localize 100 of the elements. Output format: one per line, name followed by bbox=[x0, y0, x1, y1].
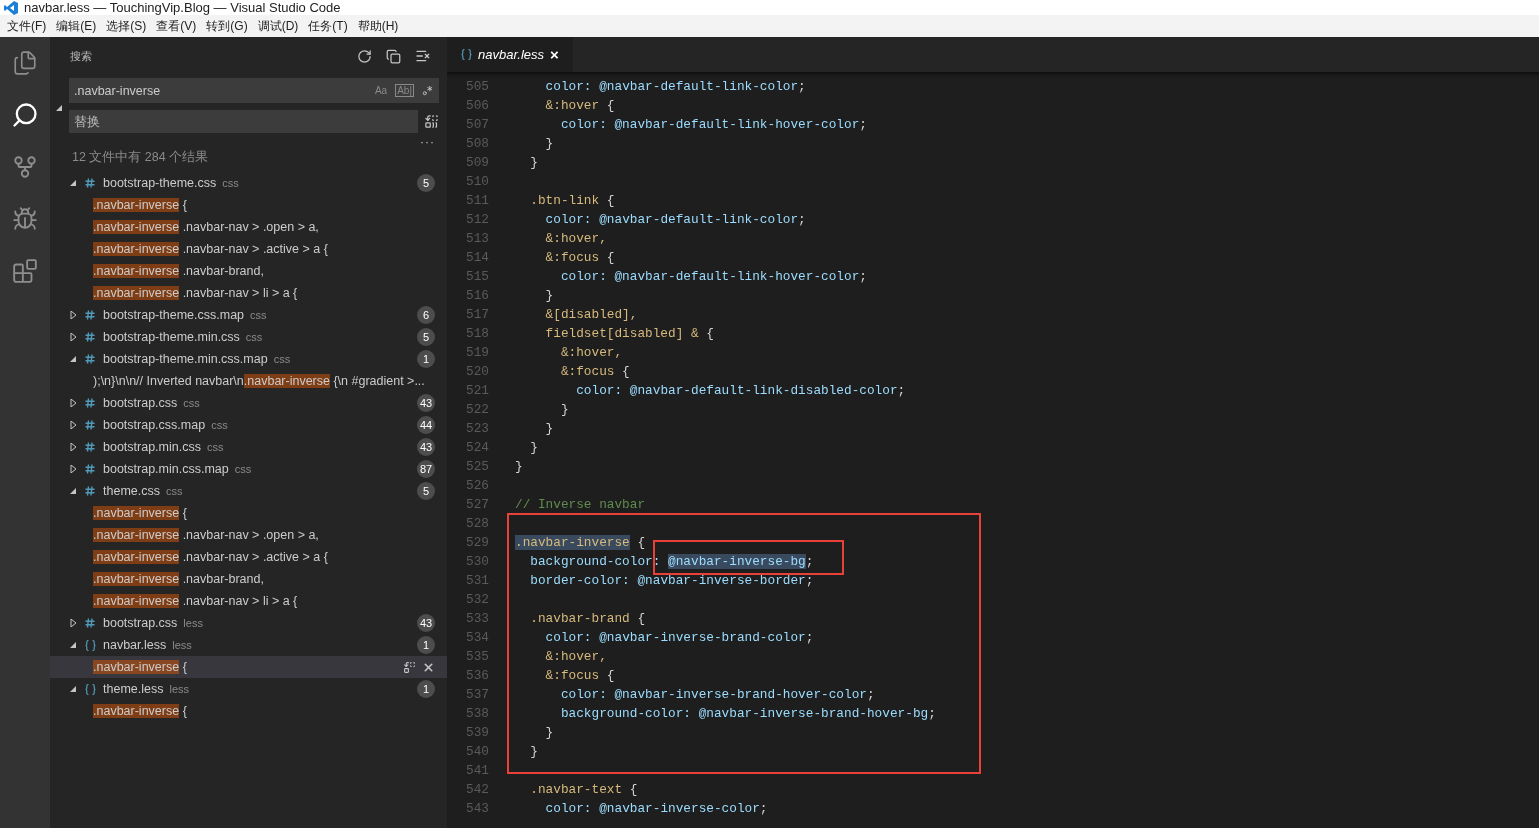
result-file-row[interactable]: bootstrap.css.map css 44 bbox=[50, 414, 447, 436]
line-number: 509 bbox=[465, 155, 489, 170]
match-count: 5 bbox=[417, 328, 435, 346]
code-token: .navbar-inverse bbox=[515, 535, 630, 550]
match-row[interactable]: .navbar-inverse { bbox=[50, 194, 447, 216]
match-row[interactable]: .navbar-inverse { bbox=[50, 502, 447, 524]
match-count: 1 bbox=[417, 350, 435, 368]
app-logo-icon bbox=[4, 1, 18, 15]
menu-item[interactable]: 任务(T) bbox=[303, 17, 353, 35]
match-text: .navbar-inverse .navbar-brand, bbox=[92, 572, 264, 586]
code-token: { bbox=[605, 668, 615, 683]
match-row[interactable]: .navbar-inverse .navbar-brand, bbox=[50, 568, 447, 590]
replace-all-button[interactable] bbox=[424, 114, 439, 129]
refresh-button[interactable] bbox=[357, 48, 372, 64]
menu-item[interactable]: 调试(D) bbox=[252, 17, 304, 35]
line-number: 525 bbox=[465, 459, 489, 474]
result-file-row[interactable]: bootstrap.min.css css 43 bbox=[50, 436, 447, 458]
regex-button[interactable] bbox=[422, 85, 433, 96]
file-path: css bbox=[273, 353, 291, 365]
result-file-row[interactable]: bootstrap-theme.css.map css 6 bbox=[50, 304, 447, 326]
hash-icon bbox=[85, 310, 95, 320]
code-token: &:focus bbox=[544, 668, 600, 683]
line-number: 543 bbox=[465, 801, 489, 816]
code-token: } bbox=[544, 288, 554, 303]
hash-icon bbox=[85, 178, 95, 188]
search-field[interactable]: .navbar-inverse Aa Ab| bbox=[69, 78, 439, 103]
file-path: css bbox=[183, 397, 200, 409]
result-file-row[interactable]: bootstrap.css css 43 bbox=[50, 392, 447, 414]
match-row[interactable]: .navbar-inverse .navbar-brand, bbox=[50, 260, 447, 282]
match-text: .navbar-inverse .navbar-nav > li > a { bbox=[92, 286, 298, 300]
collapsed-arrow-icon bbox=[70, 619, 77, 627]
menu-item[interactable]: 查看(V) bbox=[151, 17, 202, 35]
menu-item[interactable]: 帮助(H) bbox=[352, 17, 404, 35]
result-file-row[interactable]: theme.less less 1 bbox=[50, 678, 447, 700]
match-row[interactable]: .navbar-inverse .navbar-nav > .active > a { bbox=[50, 546, 447, 568]
match-row[interactable]: .navbar-inverse { bbox=[50, 700, 447, 722]
replace-field[interactable]: 替换 bbox=[69, 110, 418, 133]
collapse-all-button[interactable] bbox=[386, 48, 401, 64]
code-token: } bbox=[544, 136, 554, 151]
code-token: color: bbox=[575, 383, 624, 398]
match-text: );\n}\n\n// Inverted navbar\n.navbar-inverse {\n #gradient >... bbox=[92, 374, 425, 388]
match-count: 5 bbox=[417, 482, 435, 500]
line-number: 539 bbox=[465, 725, 489, 740]
line-number: 527 bbox=[465, 497, 489, 512]
code-token: color: bbox=[544, 79, 593, 94]
result-file-row[interactable]: bootstrap-theme.min.css.map css 1 bbox=[50, 348, 447, 370]
result-file-row[interactable]: bootstrap.css less 43 bbox=[50, 612, 447, 634]
menu-item[interactable]: 转到(G) bbox=[201, 17, 253, 35]
code-token: @navbar-default-link-color bbox=[599, 212, 799, 227]
match-text: .navbar-inverse { bbox=[92, 660, 187, 674]
match-row[interactable]: .navbar-inverse .navbar-nav > li > a { bbox=[50, 282, 447, 304]
menu-item[interactable]: 文件(F) bbox=[2, 17, 52, 35]
code-token: ; bbox=[866, 687, 875, 702]
code-token: { bbox=[605, 98, 615, 113]
editor-tab[interactable]: navbar.less × bbox=[447, 37, 573, 72]
replace-button[interactable] bbox=[403, 660, 416, 674]
hash-icon bbox=[85, 354, 95, 364]
code-token: color: bbox=[544, 212, 593, 227]
line-number: 542 bbox=[465, 782, 489, 797]
menu-item[interactable]: 编辑(E) bbox=[51, 17, 102, 35]
code-token: ; bbox=[805, 630, 814, 645]
code-token: &:focus bbox=[544, 250, 600, 265]
result-file-row[interactable]: theme.css css 5 bbox=[50, 480, 447, 502]
window-title: navbar.less — TouchingVip.Blog — Visual Studio Code bbox=[24, 0, 341, 15]
match-text: .navbar-inverse .navbar-nav > .active > a { bbox=[92, 242, 328, 256]
result-file-row[interactable]: bootstrap-theme.css css 5 bbox=[50, 172, 447, 194]
match-row[interactable]: );\n}\n\n// Inverted navbar\n.navbar-inverse {\n #gradient >... bbox=[50, 370, 447, 392]
more-options[interactable]: ··· bbox=[420, 135, 435, 149]
dismiss-button[interactable] bbox=[422, 660, 435, 674]
match-row[interactable]: .navbar-inverse .navbar-nav > .active > a { bbox=[50, 238, 447, 260]
line-number: 515 bbox=[465, 269, 489, 284]
match-count: 1 bbox=[417, 636, 435, 654]
result-file-row[interactable]: navbar.less less 1 bbox=[50, 634, 447, 656]
menu-item[interactable]: 选择(S) bbox=[101, 17, 152, 35]
match-row[interactable]: .navbar-inverse { bbox=[50, 656, 447, 678]
code-token: &:focus bbox=[559, 364, 615, 379]
code-token: } bbox=[529, 744, 538, 759]
file-name: bootstrap-theme.css.map bbox=[103, 308, 245, 322]
line-number: 511 bbox=[465, 193, 489, 208]
result-file-row[interactable]: bootstrap-theme.min.css css 5 bbox=[50, 326, 447, 348]
close-tab-button[interactable]: × bbox=[550, 46, 559, 63]
code-token: ; bbox=[859, 117, 867, 132]
code-token: @navbar-default-link-hover-color bbox=[614, 117, 860, 132]
line-number: 506 bbox=[465, 98, 489, 113]
match-row[interactable]: .navbar-inverse .navbar-nav > .open > a, bbox=[50, 216, 447, 238]
result-file-row[interactable]: bootstrap.min.css.map css 87 bbox=[50, 458, 447, 480]
match-count: 1 bbox=[417, 680, 435, 698]
file-name: bootstrap.css.map bbox=[103, 418, 206, 432]
code-token: } bbox=[529, 155, 538, 170]
braces-icon bbox=[461, 49, 472, 60]
match-row[interactable]: .navbar-inverse .navbar-nav > li > a { bbox=[50, 590, 447, 612]
match-count: 6 bbox=[417, 306, 435, 324]
match-text: .navbar-inverse { bbox=[92, 704, 187, 718]
file-path: css bbox=[165, 485, 183, 497]
clear-results-button[interactable] bbox=[415, 48, 431, 64]
collapsed-arrow-icon bbox=[70, 311, 77, 319]
code-token: } bbox=[544, 421, 554, 436]
code-token: // Inverse navbar bbox=[515, 497, 646, 512]
match-row[interactable]: .navbar-inverse .navbar-nav > .open > a, bbox=[50, 524, 447, 546]
collapsed-arrow-icon bbox=[70, 443, 77, 451]
